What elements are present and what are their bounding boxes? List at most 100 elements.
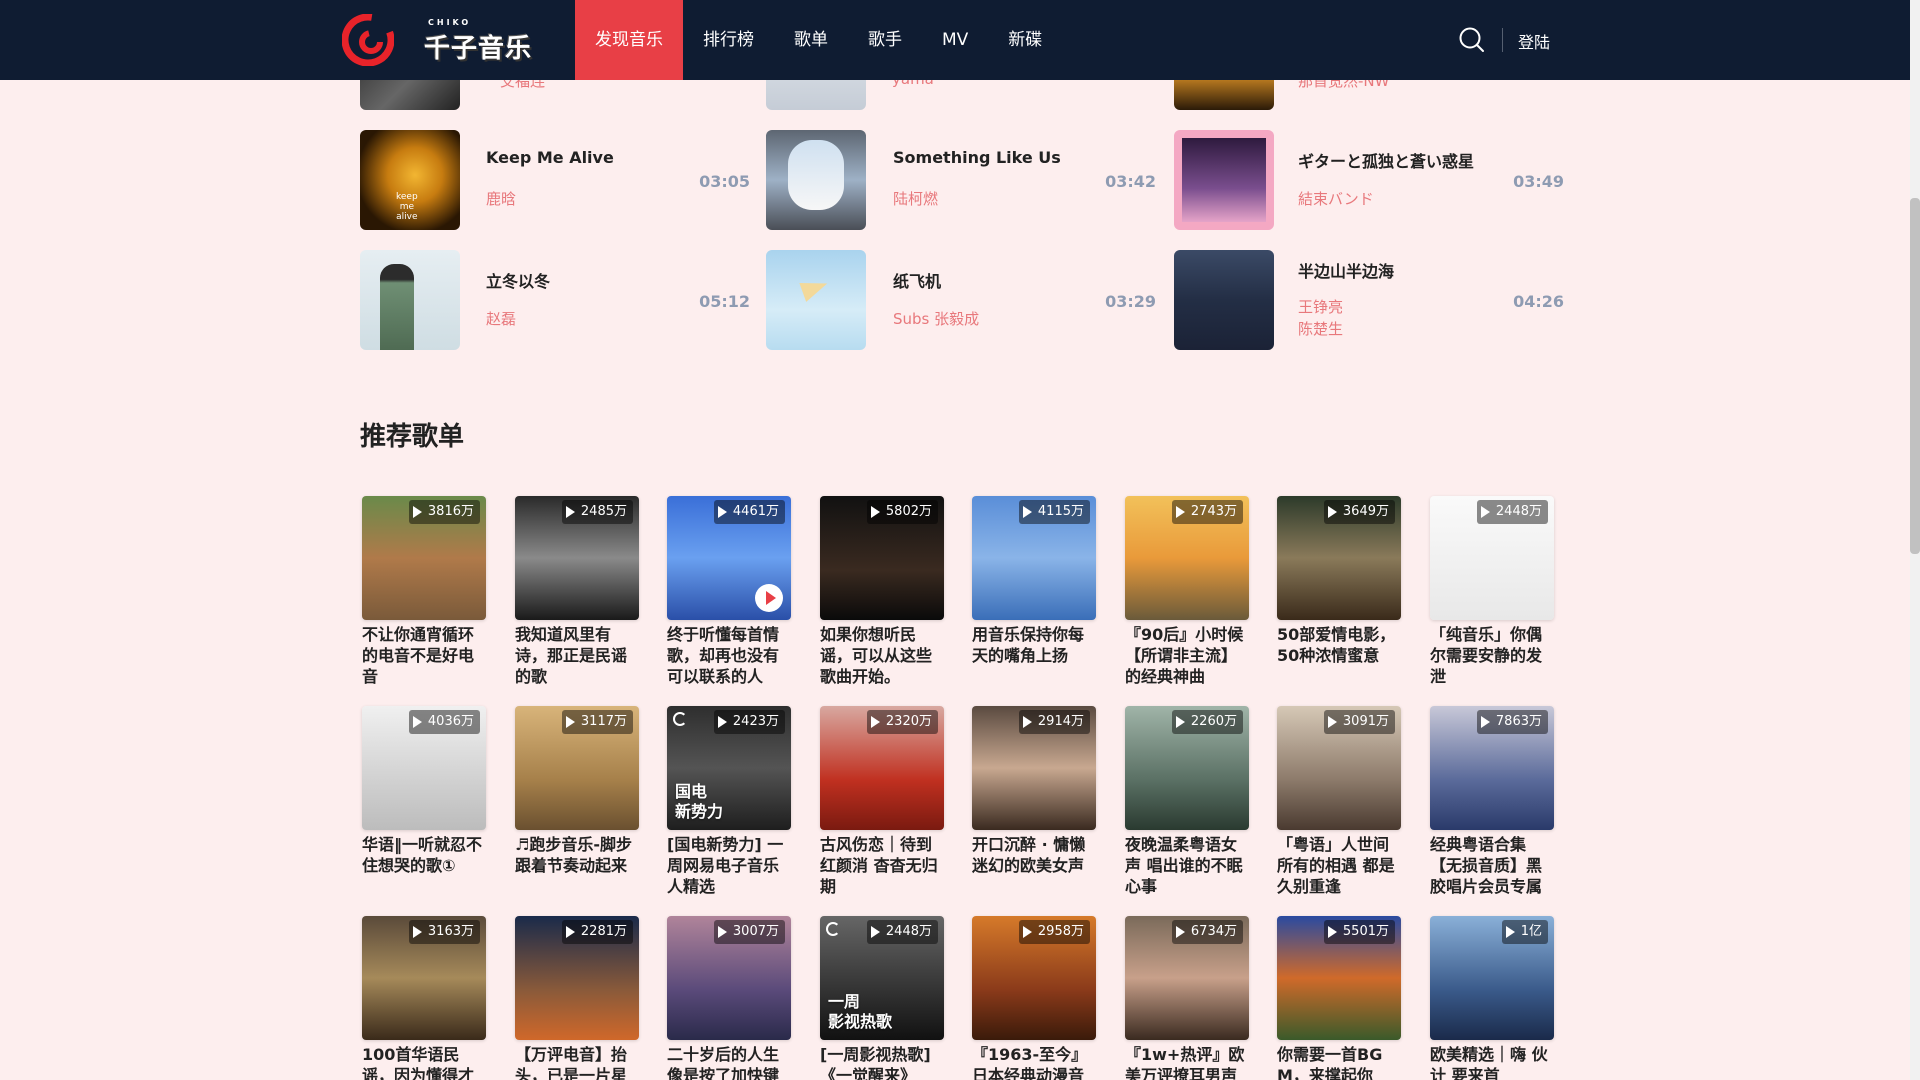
song-artist[interactable]: Subs 张毅成 [893, 308, 979, 330]
song-title[interactable]: 立冬以冬 [486, 268, 550, 292]
playlist-name[interactable]: 50部爱情电影，50种浓情蜜意 [1277, 624, 1401, 666]
playlist-card[interactable]: 5501万你需要一首BGM，来撑起你 [1277, 916, 1401, 1080]
login-button[interactable]: 登陆 [1518, 29, 1550, 53]
playlist-card[interactable]: 2448万 「纯音乐」你偶尔需要安静的发泄 [1430, 496, 1554, 687]
nav-playlists[interactable]: 歌单 [774, 0, 848, 80]
playlist-name[interactable]: ♬跑步音乐-脚步跟着节奏动起来 [515, 834, 639, 876]
song-item[interactable]: ギターと孤独と蒼い惑星 結束バンド 03:49 [1174, 130, 1564, 230]
nav-charts[interactable]: 排行榜 [683, 0, 774, 80]
song-artist[interactable]: 赵磊 [486, 308, 516, 330]
playlist-name[interactable]: 开口沉醉 · 慵懒迷幻的欧美女声 [972, 834, 1096, 876]
playlist-cover[interactable]: 4115万 [972, 496, 1096, 620]
playlist-cover[interactable]: 2423万 国电 新势力 [667, 706, 791, 830]
song-title[interactable]: Keep Me Alive [486, 148, 614, 167]
search-icon[interactable] [1458, 26, 1486, 54]
playlist-card[interactable]: 2485万 我知道风里有诗，那正是民谣的歌 [515, 496, 639, 687]
nav-mv[interactable]: MV [922, 0, 988, 80]
play-button[interactable] [755, 584, 783, 612]
playlist-cover[interactable]: 3117万 [515, 706, 639, 830]
playlist-cover[interactable]: 6734万 [1125, 916, 1249, 1040]
playlist-cover[interactable]: 2485万 [515, 496, 639, 620]
playlist-name[interactable]: [一周影视热歌]《一觉醒来》 [820, 1044, 944, 1080]
playlist-card[interactable]: 6734万『1w+热评』欧美万评撩耳男声 [1125, 916, 1249, 1080]
nav-discover[interactable]: 发现音乐 [575, 0, 683, 80]
playlist-cover[interactable]: 2914万 [972, 706, 1096, 830]
playlist-card[interactable]: 7863万 经典粤语合集【无损音质】黑胶唱片会员专属 [1430, 706, 1554, 897]
playlist-cover[interactable]: 4461万 [667, 496, 791, 620]
playlist-name[interactable]: 如果你想听民谣，可以从这些歌曲开始。 [820, 624, 944, 687]
playlist-cover[interactable]: 3007万 [667, 916, 791, 1040]
playlist-name[interactable]: 终于听懂每首情歌，却再也没有可以联系的人 [667, 624, 791, 687]
playlist-cover[interactable]: 2281万 [515, 916, 639, 1040]
playlist-name[interactable]: 『90后』小时候【所谓非主流】的经典神曲 [1125, 624, 1249, 687]
playlist-cover[interactable]: 4036万 [362, 706, 486, 830]
playlist-name[interactable]: 你需要一首BGM，来撑起你 [1277, 1044, 1401, 1080]
playlist-card[interactable]: 2423万 国电 新势力 [国电新势力] 一周网易电子音乐人精选 [667, 706, 791, 897]
playlist-name[interactable]: 夜晚温柔粤语女声 唱出谁的不眠心事 [1125, 834, 1249, 897]
playlist-cover[interactable]: 3091万 [1277, 706, 1401, 830]
playlist-card[interactable]: 2260万 夜晚温柔粤语女声 唱出谁的不眠心事 [1125, 706, 1249, 897]
song-item[interactable]: keep me alive Keep Me Alive 鹿晗 03:05 [360, 130, 750, 230]
song-artist[interactable]: 結束バンド [1298, 188, 1374, 210]
playlist-name[interactable]: 【万评电音】抬头，已是一片星 [515, 1044, 639, 1080]
playlist-card[interactable]: 3816万 不让你通宵循环的电音不是好电音 [362, 496, 486, 687]
song-artist-name[interactable]: 王铮亮 [1298, 296, 1343, 318]
playlist-name[interactable]: 「纯音乐」你偶尔需要安静的发泄 [1430, 624, 1554, 687]
playlist-card[interactable]: 2914万 开口沉醉 · 慵懒迷幻的欧美女声 [972, 706, 1096, 876]
playlist-cover[interactable]: 7863万 [1430, 706, 1554, 830]
playlist-name[interactable]: 『1w+热评』欧美万评撩耳男声 [1125, 1044, 1249, 1080]
playlist-name[interactable]: 不让你通宵循环的电音不是好电音 [362, 624, 486, 687]
scrollbar-thumb[interactable] [1910, 198, 1920, 554]
playlist-cover[interactable]: 2448万 [1430, 496, 1554, 620]
playlist-name[interactable]: 我知道风里有诗，那正是民谣的歌 [515, 624, 639, 687]
song-title[interactable]: 半边山半边海 [1298, 258, 1394, 282]
song-title[interactable]: Something Like Us [893, 148, 1061, 167]
playlist-cover[interactable]: 1亿 [1430, 916, 1554, 1040]
song-title[interactable]: ギターと孤独と蒼い惑星 [1298, 148, 1474, 172]
playlist-cover[interactable]: 2448万 一周 影视热歌 [820, 916, 944, 1040]
playlist-card[interactable]: 2958万『1963-至今』日本经典动漫音乐 [972, 916, 1096, 1080]
playlist-card[interactable]: 2743万 『90后』小时候【所谓非主流】的经典神曲 [1125, 496, 1249, 687]
song-item[interactable]: 立冬以冬 赵磊 05:12 [360, 250, 750, 350]
playlist-card[interactable]: 1亿欧美精选｜嗨 伙计 要来首 [1430, 916, 1554, 1080]
playlist-cover[interactable]: 2958万 [972, 916, 1096, 1040]
playlist-name[interactable]: 「粤语」人世间所有的相遇 都是久别重逢 [1277, 834, 1401, 897]
playlist-cover[interactable]: 3816万 [362, 496, 486, 620]
playlist-name[interactable]: 欧美精选｜嗨 伙计 要来首 [1430, 1044, 1554, 1080]
song-artist-name[interactable]: 陈楚生 [1298, 318, 1343, 340]
playlist-card[interactable]: 3117万 ♬跑步音乐-脚步跟着节奏动起来 [515, 706, 639, 876]
playlist-name[interactable]: 用音乐保持你每天的嘴角上扬 [972, 624, 1096, 666]
song-item[interactable]: 纸飞机 Subs 张毅成 03:29 [766, 250, 1156, 350]
song-artist[interactable]: 王铮亮 陈楚生 [1298, 296, 1343, 340]
playlist-name[interactable]: 华语‖一听就忍不住想哭的歌① [362, 834, 486, 876]
playlist-card[interactable]: 5802万 如果你想听民谣，可以从这些歌曲开始。 [820, 496, 944, 687]
song-artist[interactable]: 陆柯燃 [893, 188, 938, 210]
playlist-cover[interactable]: 2743万 [1125, 496, 1249, 620]
playlist-card[interactable]: 3649万 50部爱情电影，50种浓情蜜意 [1277, 496, 1401, 666]
playlist-cover[interactable]: 2320万 [820, 706, 944, 830]
playlist-card[interactable]: 4115万 用音乐保持你每天的嘴角上扬 [972, 496, 1096, 666]
playlist-card[interactable]: 4036万 华语‖一听就忍不住想哭的歌① [362, 706, 486, 876]
playlist-card[interactable]: 2281万【万评电音】抬头，已是一片星 [515, 916, 639, 1080]
playlist-name[interactable]: 100首华语民谣，因为懂得才 [362, 1044, 486, 1080]
playlist-card[interactable]: 3163万 100首华语民谣，因为懂得才 [362, 916, 486, 1080]
song-title[interactable]: 纸飞机 [893, 268, 941, 292]
playlist-card[interactable]: 2320万 古风伤恋｜待到红颜消 杳杳无归期 [820, 706, 944, 897]
song-artist[interactable]: 鹿晗 [486, 188, 516, 210]
playlist-cover[interactable]: 3163万 [362, 916, 486, 1040]
nav-artists[interactable]: 歌手 [848, 0, 922, 80]
playlist-card[interactable]: 3091万 「粤语」人世间所有的相遇 都是久别重逢 [1277, 706, 1401, 897]
playlist-card[interactable]: 2448万 一周 影视热歌 [一周影视热歌]《一觉醒来》 [820, 916, 944, 1080]
playlist-name[interactable]: 经典粤语合集【无损音质】黑胶唱片会员专属 [1430, 834, 1554, 897]
playlist-cover[interactable]: 5501万 [1277, 916, 1401, 1040]
song-item[interactable]: Something Like Us 陆柯燃 03:42 [766, 130, 1156, 230]
playlist-name[interactable]: 二十岁后的人生像是按了加快键 [667, 1044, 791, 1080]
playlist-cover[interactable]: 3649万 [1277, 496, 1401, 620]
playlist-name[interactable]: 古风伤恋｜待到红颜消 杳杳无归期 [820, 834, 944, 897]
playlist-cover[interactable]: 2260万 [1125, 706, 1249, 830]
nav-new-albums[interactable]: 新碟 [988, 0, 1062, 80]
logo-icon[interactable] [342, 14, 394, 66]
logo-wordmark[interactable]: CHIKO 千子音乐 [424, 18, 534, 64]
playlist-name[interactable]: [国电新势力] 一周网易电子音乐人精选 [667, 834, 791, 897]
playlist-card[interactable]: 3007万二十岁后的人生像是按了加快键 [667, 916, 791, 1080]
